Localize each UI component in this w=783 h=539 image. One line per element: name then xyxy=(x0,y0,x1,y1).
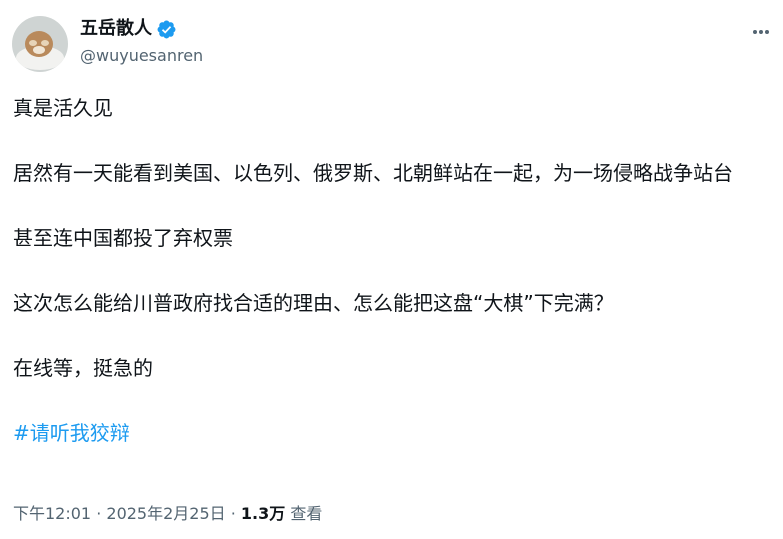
meta-separator: · xyxy=(91,504,107,523)
tweet-date[interactable]: 2025年2月25日 xyxy=(106,504,225,523)
author-name-row: 五岳散人 xyxy=(80,17,177,41)
tweet-text: 真是活久见 居然有一天能看到美国、以色列、俄罗斯、北朝鲜站在一起，为一场侵略战争… xyxy=(13,92,775,449)
avatar[interactable] xyxy=(12,16,68,72)
tweet-paragraph: 甚至连中国都投了弃权票 xyxy=(13,226,233,250)
more-dots-icon xyxy=(753,30,769,34)
views-label: 查看 xyxy=(285,504,323,523)
more-options-button[interactable] xyxy=(749,20,773,44)
tweet-paragraph: 这次怎么能给川普政府找合适的理由、怎么能把这盘“大棋”下完满？ xyxy=(13,291,614,315)
tweet-time[interactable]: 下午12:01 xyxy=(13,504,91,523)
tweet-meta: 下午12:01 · 2025年2月25日 · 1.3万 查看 xyxy=(13,502,322,526)
author-display-name[interactable]: 五岳散人 xyxy=(80,17,152,41)
meta-separator: · xyxy=(225,504,241,523)
tweet-paragraph: 在线等，挺急的 xyxy=(13,356,153,380)
avatar-image xyxy=(12,16,68,72)
verified-badge-icon xyxy=(157,20,176,38)
tweet-paragraph: 居然有一天能看到美国、以色列、俄罗斯、北朝鲜站在一起，为一场侵略战争站台 xyxy=(13,161,733,185)
author-handle[interactable]: @wuyuesanren xyxy=(80,45,203,67)
tweet-paragraph: 真是活久见 xyxy=(13,96,113,120)
hashtag-link[interactable]: #请听我狡辩 xyxy=(13,421,130,445)
views-count[interactable]: 1.3万 xyxy=(241,504,285,523)
